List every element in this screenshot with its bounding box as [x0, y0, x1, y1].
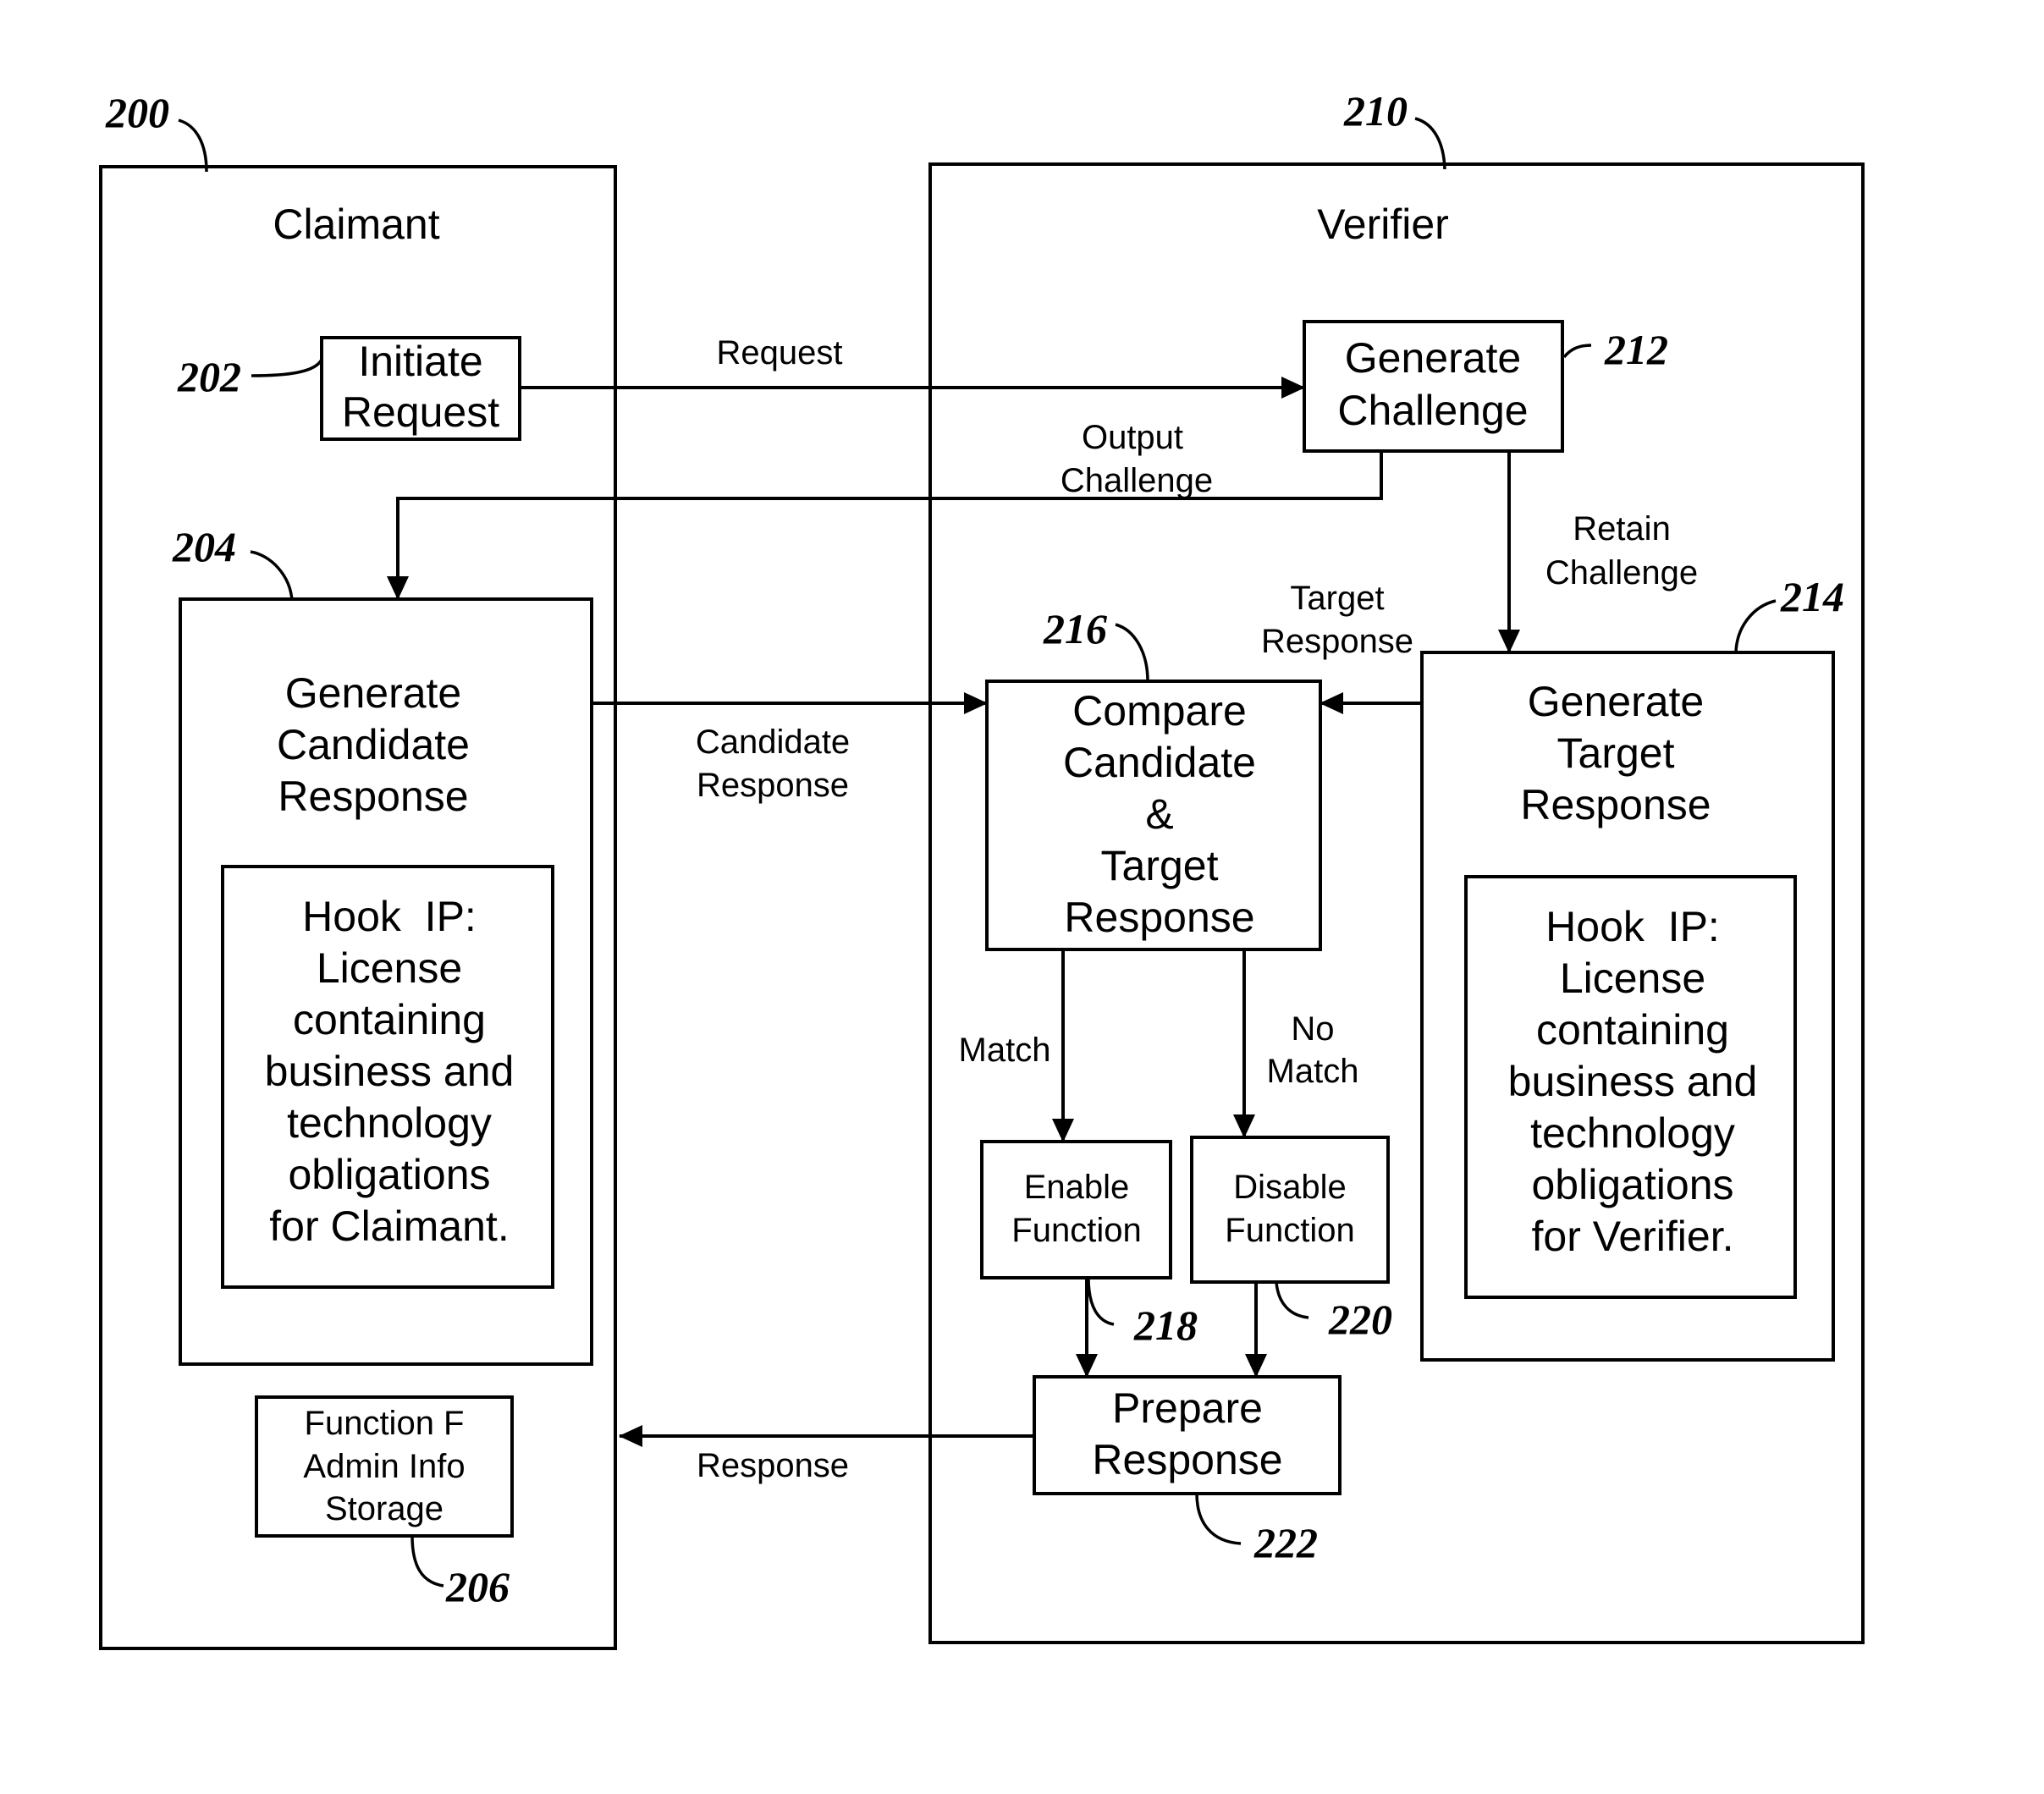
hook-verifier-line4: business and — [1508, 1058, 1758, 1105]
claimant-title: Claimant — [273, 201, 439, 248]
initiate-request-node: Initiate Request 202 — [177, 336, 521, 441]
generate-target-line2: Target — [1557, 729, 1675, 777]
generate-candidate-line2: Candidate — [277, 721, 470, 768]
hook-verifier-line2: License — [1560, 955, 1705, 1002]
edge-request: Request — [520, 334, 1305, 399]
prepare-response-line2: Response — [1092, 1436, 1282, 1483]
enable-function-node: Enable Function 218 — [980, 1140, 1198, 1349]
ref-214: 214 — [1780, 573, 1844, 620]
edge-response: Response — [619, 1425, 1034, 1484]
edge-response-label: Response — [697, 1447, 849, 1484]
leader-204 — [250, 550, 294, 602]
ref-220: 220 — [1328, 1296, 1392, 1343]
hook-claimant-line5: technology — [287, 1099, 492, 1147]
hook-claimant-line1: Hook IP: — [302, 893, 477, 940]
ref-210: 210 — [1343, 87, 1408, 135]
edge-retain-challenge: Retain Challenge — [1498, 451, 1698, 653]
verifier-title: Verifier — [1317, 201, 1449, 248]
generate-challenge-line1: Generate — [1345, 334, 1521, 382]
compare-line4: Target — [1101, 842, 1219, 889]
edge-match-label: Match — [959, 1032, 1051, 1069]
disable-function-line1: Disable — [1233, 1169, 1346, 1206]
generate-challenge-line2: Challenge — [1337, 387, 1528, 434]
leader-218 — [1087, 1277, 1115, 1326]
function-f-line1: Function F — [305, 1405, 465, 1442]
edge-retain-challenge-line2: Challenge — [1545, 554, 1698, 592]
edge-output-challenge: Output Challenge — [387, 419, 1383, 600]
leader-206 — [410, 1535, 444, 1588]
edge-request-label: Request — [717, 334, 843, 371]
leader-202 — [251, 358, 323, 377]
compare-line3: & — [1145, 790, 1173, 838]
initiate-request-line2: Request — [342, 388, 499, 436]
leader-220 — [1275, 1281, 1309, 1319]
hook-ip-verifier-node: Hook IP: License containing business and… — [1464, 875, 1797, 1299]
ref-204: 204 — [172, 523, 236, 570]
edge-no-match: No Match — [1233, 949, 1359, 1138]
initiate-request-line1: Initiate — [358, 338, 482, 385]
leader-222 — [1195, 1493, 1242, 1545]
ref-202: 202 — [177, 353, 241, 400]
hook-claimant-line2: License — [317, 944, 462, 992]
generate-candidate-line1: Generate — [285, 669, 461, 717]
ref-218: 218 — [1133, 1301, 1198, 1349]
leader-212 — [1562, 344, 1592, 359]
ref-216: 216 — [1043, 605, 1107, 652]
prepare-response-line1: Prepare — [1112, 1384, 1263, 1432]
function-f-line2: Admin Info — [303, 1448, 465, 1485]
enable-function-line2: Function — [1011, 1212, 1141, 1249]
edge-candidate-response: Candidate Response — [592, 692, 988, 804]
generate-target-line1: Generate — [1528, 678, 1704, 725]
edge-candidate-response-line1: Candidate — [696, 724, 850, 761]
edge-output-challenge-line2: Challenge — [1061, 462, 1213, 499]
function-f-storage-node: Function F Admin Info Storage 206 — [255, 1395, 514, 1610]
enable-function-line1: Enable — [1024, 1169, 1130, 1206]
disable-function-node: Disable Function 220 — [1190, 1136, 1392, 1343]
compare-line2: Candidate — [1063, 739, 1256, 786]
function-f-line3: Storage — [325, 1490, 444, 1527]
compare-line5: Response — [1064, 894, 1254, 941]
edge-target-response-line1: Target — [1290, 580, 1384, 617]
hook-claimant-line7: for Claimant. — [269, 1202, 509, 1250]
generate-candidate-line3: Response — [278, 773, 468, 820]
hook-verifier-line1: Hook IP: — [1545, 903, 1720, 950]
leader-216 — [1115, 623, 1149, 682]
ref-212: 212 — [1604, 326, 1668, 373]
ref-222: 222 — [1253, 1519, 1318, 1566]
edge-target-response: Target Response — [1261, 580, 1422, 714]
generate-target-line3: Response — [1520, 781, 1711, 828]
disable-function-line2: Function — [1225, 1212, 1354, 1249]
ref-200: 200 — [105, 89, 169, 136]
leader-214 — [1734, 599, 1777, 653]
edge-no-match-line1: No — [1291, 1010, 1334, 1048]
edge-candidate-response-line2: Response — [697, 767, 849, 804]
compare-line1: Compare — [1072, 687, 1247, 735]
edge-target-response-line2: Response — [1261, 623, 1413, 660]
leader-200 — [178, 118, 208, 173]
hook-verifier-line6: obligations — [1531, 1161, 1733, 1208]
hook-claimant-line4: business and — [265, 1048, 515, 1095]
edge-retain-challenge-line1: Retain — [1573, 510, 1671, 548]
hook-ip-claimant-node: Hook IP: License containing business and… — [221, 865, 554, 1289]
edge-output-challenge-line1: Output — [1082, 419, 1183, 456]
hook-verifier-line5: technology — [1530, 1109, 1735, 1157]
leader-210 — [1414, 117, 1446, 170]
hook-claimant-line3: containing — [293, 996, 486, 1043]
hook-verifier-line3: containing — [1536, 1006, 1729, 1054]
edge-no-match-line2: Match — [1267, 1053, 1359, 1090]
hook-claimant-line6: obligations — [288, 1151, 490, 1198]
ref-206: 206 — [445, 1563, 510, 1610]
prepare-response-node: Prepare Response 222 — [1033, 1375, 1342, 1566]
generate-challenge-node: Generate Challenge 212 — [1303, 320, 1668, 453]
license-verification-diagram: Claimant 200 Verifier 210 Initiate Reque… — [99, 87, 1865, 1650]
hook-verifier-line7: for Verifier. — [1532, 1213, 1734, 1260]
edge-match: Match — [959, 949, 1074, 1142]
